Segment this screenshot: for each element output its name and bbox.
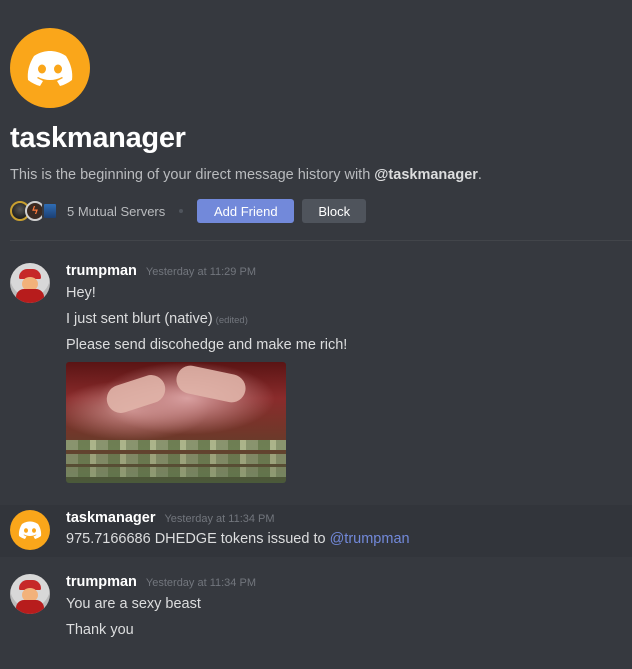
- edited-label: (edited): [215, 315, 248, 326]
- dm-intro-text: This is the beginning of your direct mes…: [10, 167, 622, 183]
- dm-profile-header: taskmanager This is the beginning of you…: [10, 28, 622, 223]
- server-icon[interactable]: [42, 202, 58, 220]
- mutual-servers-count[interactable]: 5 Mutual Servers: [67, 204, 165, 219]
- message-text: Please send discohedge and make me rich!: [66, 337, 348, 353]
- trumpman-avatar[interactable]: [10, 574, 50, 614]
- message-author[interactable]: trumpman: [66, 263, 137, 279]
- message-group: taskmanager Yesterday at 11:34 PM 975.71…: [0, 505, 632, 557]
- taskmanager-avatar[interactable]: [10, 510, 50, 550]
- message-text: Hey!: [66, 285, 96, 301]
- message-group: trumpman Yesterday at 11:34 PM You are a…: [0, 570, 632, 650]
- mutual-servers-row: ϟ 5 Mutual Servers Add Friend Block: [10, 199, 622, 223]
- trumpman-avatar[interactable]: [10, 263, 50, 303]
- intro-prefix: This is the beginning of your direct mes…: [10, 167, 375, 183]
- message-text: 975.7166686 DHEDGE tokens issued to @tru…: [66, 531, 410, 547]
- message-header: trumpman Yesterday at 11:34 PM: [66, 574, 256, 590]
- message-text-content: 975.7166686 DHEDGE tokens issued to: [66, 531, 330, 547]
- user-mention[interactable]: @trumpman: [330, 531, 410, 547]
- taskmanager-avatar[interactable]: [10, 28, 90, 108]
- message-author[interactable]: trumpman: [66, 574, 137, 590]
- discord-logo-icon: [27, 51, 73, 86]
- gif-attachment[interactable]: [66, 362, 286, 483]
- block-button[interactable]: Block: [302, 199, 367, 223]
- message-author[interactable]: taskmanager: [66, 510, 155, 526]
- message-header: trumpman Yesterday at 11:29 PM: [66, 263, 256, 279]
- message-text-content: I just sent blurt (native): [66, 311, 213, 327]
- message-timestamp: Yesterday at 11:29 PM: [145, 266, 256, 278]
- separator-dot: [179, 209, 184, 213]
- intro-suffix: .: [477, 167, 482, 183]
- message-timestamp: Yesterday at 11:34 PM: [145, 577, 256, 589]
- message-header: taskmanager Yesterday at 11:34 PM: [66, 510, 275, 526]
- profile-username: taskmanager: [10, 122, 186, 154]
- intro-handle: @taskmanager: [374, 167, 478, 183]
- add-friend-button[interactable]: Add Friend: [197, 199, 295, 223]
- divider: [10, 240, 632, 241]
- message-text: I just sent blurt (native) (edited): [66, 311, 248, 327]
- mutual-server-icons[interactable]: ϟ: [10, 201, 58, 221]
- message-text: Thank you: [66, 622, 134, 638]
- message-timestamp: Yesterday at 11:34 PM: [164, 513, 275, 525]
- discord-logo-icon: [18, 521, 42, 539]
- message-group: trumpman Yesterday at 11:29 PM Hey! I ju…: [0, 260, 632, 490]
- message-text: You are a sexy beast: [66, 596, 201, 612]
